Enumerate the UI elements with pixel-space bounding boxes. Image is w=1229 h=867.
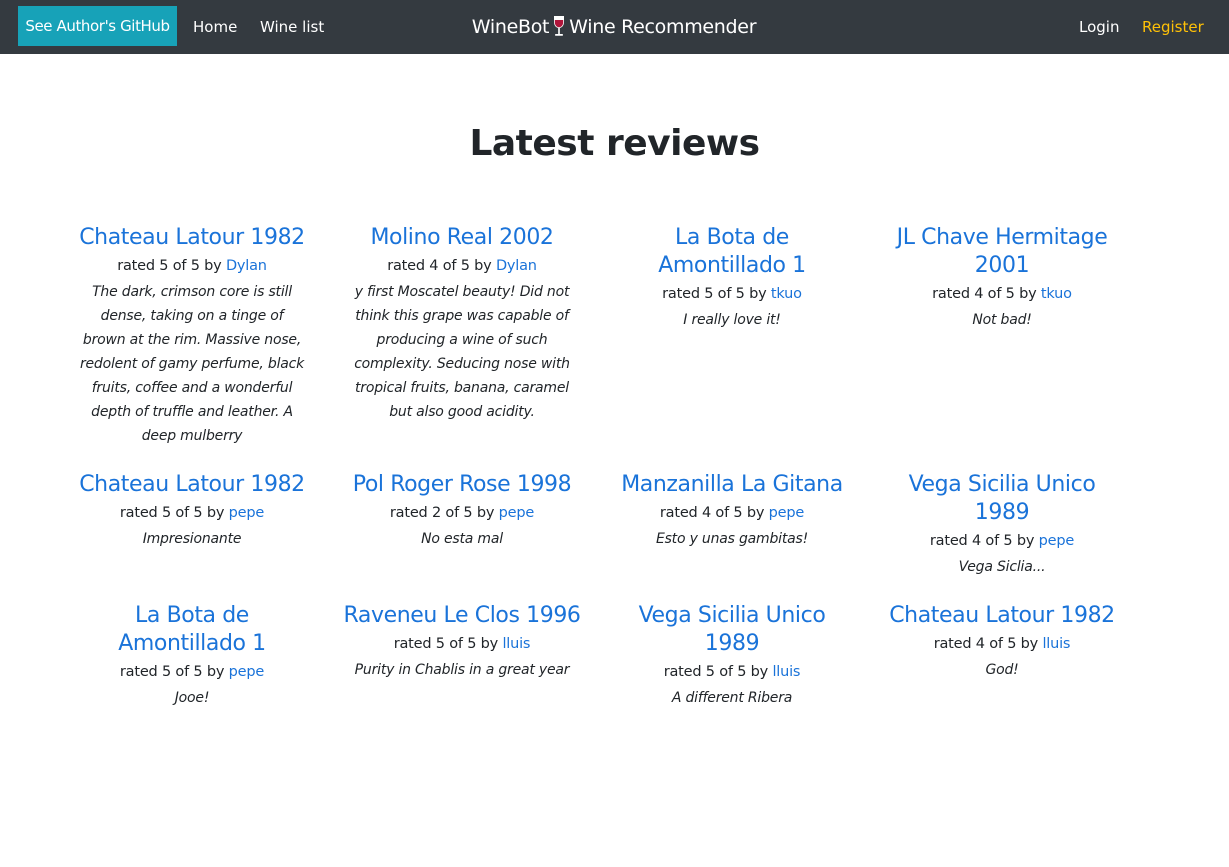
brand-name: WineBot [471,16,550,38]
review-text: Esto y unas gambitas! [655,531,809,547]
review-wine-link[interactable]: Raveneu Le Clos 1996 [342,602,582,630]
review-wine-link[interactable]: Chateau Latour 1982 [882,602,1122,630]
rating-text: rated 5 of 5 by [119,505,225,521]
review-wine-link[interactable]: Vega Sicilia Unico 1989 [612,602,852,658]
rating-text: rated 4 of 5 by [659,505,765,521]
review-card: Chateau Latour 1982 rated 5 of 5 by Dyla… [72,224,312,448]
github-button[interactable]: See Author's GitHub [18,6,177,46]
rating-text: rated 4 of 5 by [933,636,1039,652]
review-text: A different Ribera [671,690,793,706]
rating-text: rated 5 of 5 by [662,286,767,302]
navbar: See Author's GitHub Home Wine list WineB… [0,0,1229,54]
review-rating: rated 5 of 5 by pepe [72,499,312,527]
rating-text: rated 5 of 5 by [393,636,499,652]
review-card: La Bota de Amontillado 1 rated 5 of 5 by… [612,224,852,332]
review-wine-link[interactable]: La Bota de Amontillado 1 [612,224,852,280]
nav-home-link[interactable]: Home [193,0,237,54]
review-user-link[interactable]: lluis [772,664,800,680]
review-card: Chateau Latour 1982 rated 5 of 5 by pepe… [72,471,312,551]
review-wine-link[interactable]: JL Chave Hermitage 2001 [882,224,1122,280]
review-card: Molino Real 2002 rated 4 of 5 by Dylan y… [342,224,582,424]
review-text: Impresionante [142,531,242,547]
review-rating: rated 5 of 5 by lluis [612,658,852,686]
review-card: Chateau Latour 1982 rated 4 of 5 by llui… [882,602,1122,682]
review-user-link[interactable]: Dylan [496,258,537,274]
review-wine-link[interactable]: Pol Roger Rose 1998 [342,471,582,499]
brand[interactable]: WineBot Wine Recommender [414,0,814,54]
review-user-link[interactable]: pepe [769,505,805,521]
review-text: Purity in Chablis in a great year [354,662,570,678]
review-card: Manzanilla La Gitana rated 4 of 5 by pep… [612,471,852,551]
review-rating: rated 5 of 5 by lluis [342,630,582,658]
review-rating: rated 5 of 5 by pepe [72,658,312,686]
review-user-link[interactable]: pepe [499,505,535,521]
review-user-link[interactable]: tkuo [771,286,802,302]
nav-winelist-link[interactable]: Wine list [260,0,324,54]
brand-subtitle: Wine Recommender [569,16,757,38]
review-rating: rated 4 of 5 by pepe [882,527,1122,555]
wine-glass-icon [554,16,565,36]
rating-text: rated 5 of 5 by [663,664,769,680]
review-wine-link[interactable]: Molino Real 2002 [342,224,582,252]
review-text: I really love it! [683,312,781,328]
review-text: No esta mal [421,531,503,547]
review-rating: rated 5 of 5 by Dylan [72,252,312,280]
review-rating: rated 5 of 5 by tkuo [612,280,852,308]
rating-text: rated 2 of 5 by [389,505,495,521]
review-user-link[interactable]: pepe [229,505,265,521]
rating-text: rated 4 of 5 by [387,258,492,274]
rating-text: rated 4 of 5 by [929,533,1035,549]
review-text: y first Moscatel beauty! Did not think t… [354,284,570,420]
nav-register-link[interactable]: Register [1142,0,1204,54]
review-user-link[interactable]: pepe [1039,533,1075,549]
review-user-link[interactable]: pepe [229,664,265,680]
review-rating: rated 4 of 5 by lluis [882,630,1122,658]
review-card: Vega Sicilia Unico 1989 rated 5 of 5 by … [612,602,852,710]
review-text: Vega Siclia... [958,559,1046,575]
rating-text: rated 5 of 5 by [119,664,225,680]
review-card: JL Chave Hermitage 2001 rated 4 of 5 by … [882,224,1122,332]
review-rating: rated 4 of 5 by Dylan [342,252,582,280]
nav-login-link[interactable]: Login [1079,0,1119,54]
review-text: Jooe! [174,690,210,706]
review-wine-link[interactable]: Vega Sicilia Unico 1989 [882,471,1122,527]
review-wine-link[interactable]: Chateau Latour 1982 [72,224,312,252]
page-title: Latest reviews [469,123,760,164]
review-user-link[interactable]: Dylan [226,258,267,274]
review-user-link[interactable]: lluis [502,636,530,652]
review-card: Vega Sicilia Unico 1989 rated 4 of 5 by … [882,471,1122,579]
review-user-link[interactable]: lluis [1042,636,1070,652]
review-text: The dark, crimson core is still dense, t… [79,284,305,444]
review-wine-link[interactable]: La Bota de Amontillado 1 [72,602,312,658]
review-user-link[interactable]: tkuo [1041,286,1072,302]
review-rating: rated 2 of 5 by pepe [342,499,582,527]
review-text: God! [985,662,1019,678]
review-wine-link[interactable]: Manzanilla La Gitana [612,471,852,499]
review-rating: rated 4 of 5 by tkuo [882,280,1122,308]
review-wine-link[interactable]: Chateau Latour 1982 [72,471,312,499]
review-card: Pol Roger Rose 1998 rated 2 of 5 by pepe… [342,471,582,551]
review-rating: rated 4 of 5 by pepe [612,499,852,527]
review-card: Raveneu Le Clos 1996 rated 5 of 5 by llu… [342,602,582,682]
rating-text: rated 5 of 5 by [117,258,222,274]
rating-text: rated 4 of 5 by [932,286,1037,302]
review-card: La Bota de Amontillado 1 rated 5 of 5 by… [72,602,312,710]
review-text: Not bad! [972,312,1032,328]
